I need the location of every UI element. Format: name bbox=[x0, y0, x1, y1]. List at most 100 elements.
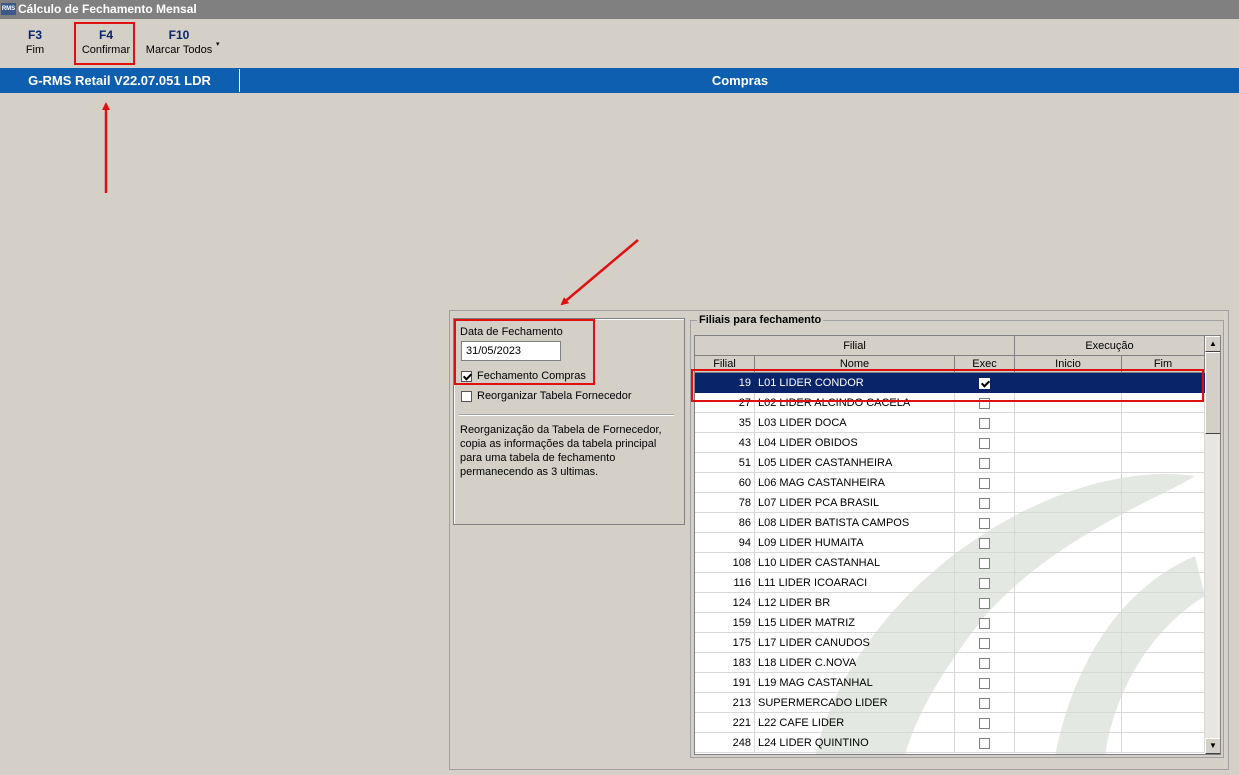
module-label: Compras bbox=[711, 73, 769, 88]
table-row[interactable]: 51 L05 LIDER CASTANHEIRA bbox=[695, 453, 1205, 473]
cell-inicio bbox=[1015, 453, 1122, 473]
marcar-todos-key: F10 bbox=[168, 28, 190, 42]
table-row[interactable]: 213 SUPERMERCADO LIDER bbox=[695, 693, 1205, 713]
date-label: Data de Fechamento bbox=[460, 326, 563, 338]
scroll-down-icon[interactable]: ▼ bbox=[1205, 738, 1220, 754]
cell-fim bbox=[1122, 713, 1205, 733]
cell-nome: L15 LIDER MATRIZ bbox=[755, 613, 955, 633]
col-header-filial[interactable]: Filial bbox=[695, 356, 755, 373]
table-row[interactable]: 94 L09 LIDER HUMAITA bbox=[695, 533, 1205, 553]
reorganizar-fornecedor-checkbox[interactable]: Reorganizar Tabela Fornecedor bbox=[461, 390, 632, 404]
cell-inicio bbox=[1015, 393, 1122, 413]
exec-checkbox[interactable] bbox=[979, 377, 990, 389]
cell-nome: SUPERMERCADO LIDER bbox=[755, 693, 955, 713]
cell-fim bbox=[1122, 633, 1205, 653]
exec-checkbox[interactable] bbox=[979, 497, 990, 509]
fechamento-compras-label: Fechamento Compras bbox=[477, 370, 586, 382]
cell-fim bbox=[1122, 413, 1205, 433]
cell-fim bbox=[1122, 593, 1205, 613]
exec-checkbox[interactable] bbox=[979, 737, 990, 749]
exec-checkbox[interactable] bbox=[979, 457, 990, 469]
exec-checkbox[interactable] bbox=[979, 537, 990, 549]
table-row[interactable]: 248 L24 LIDER QUINTINO bbox=[695, 733, 1205, 753]
exec-checkbox[interactable] bbox=[979, 637, 990, 649]
exec-checkbox[interactable] bbox=[979, 437, 990, 449]
cell-inicio bbox=[1015, 653, 1122, 673]
col-header-nome[interactable]: Nome bbox=[755, 356, 955, 373]
exec-checkbox[interactable] bbox=[979, 617, 990, 629]
table-row[interactable]: 183 L18 LIDER C.NOVA bbox=[695, 653, 1205, 673]
date-field[interactable] bbox=[461, 341, 561, 361]
exec-checkbox[interactable] bbox=[979, 717, 990, 729]
scroll-up-icon[interactable]: ▲ bbox=[1205, 336, 1220, 352]
cell-inicio bbox=[1015, 513, 1122, 533]
cell-nome: L06 MAG CASTANHEIRA bbox=[755, 473, 955, 493]
cell-fim bbox=[1122, 533, 1205, 553]
cell-filial: 51 bbox=[695, 453, 755, 473]
cell-filial: 175 bbox=[695, 633, 755, 653]
cell-filial: 19 bbox=[695, 373, 755, 393]
filial-group-header: Filial bbox=[695, 336, 1015, 356]
exec-checkbox[interactable] bbox=[979, 417, 990, 429]
cell-exec bbox=[955, 413, 1015, 433]
exec-checkbox[interactable] bbox=[979, 577, 990, 589]
table-row[interactable]: 159 L15 LIDER MATRIZ bbox=[695, 613, 1205, 633]
table-row[interactable]: 175 L17 LIDER CANUDOS bbox=[695, 633, 1205, 653]
exec-checkbox[interactable] bbox=[979, 557, 990, 569]
grid-scrollbar[interactable]: ▲ ▼ bbox=[1205, 336, 1220, 754]
cell-exec bbox=[955, 533, 1015, 553]
confirmar-button[interactable]: F4 Confirmar bbox=[78, 27, 134, 57]
cell-nome: L01 LIDER CONDOR bbox=[755, 373, 955, 393]
cell-nome: L11 LIDER ICOARACI bbox=[755, 573, 955, 593]
cell-nome: L05 LIDER CASTANHEIRA bbox=[755, 453, 955, 473]
table-row[interactable]: 27 L02 LIDER ALCINDO CACELA bbox=[695, 393, 1205, 413]
table-row[interactable]: 86 L08 LIDER BATISTA CAMPOS bbox=[695, 513, 1205, 533]
table-row[interactable]: 221 L22 CAFE LIDER bbox=[695, 713, 1205, 733]
cell-fim bbox=[1122, 393, 1205, 413]
exec-checkbox[interactable] bbox=[979, 477, 990, 489]
col-header-exec[interactable]: Exec bbox=[955, 356, 1015, 373]
cell-filial: 60 bbox=[695, 473, 755, 493]
cell-filial: 86 bbox=[695, 513, 755, 533]
exec-checkbox[interactable] bbox=[979, 677, 990, 689]
table-row[interactable]: 19 L01 LIDER CONDOR bbox=[695, 373, 1205, 393]
fim-button[interactable]: F3 Fim bbox=[18, 27, 52, 57]
marcar-todos-button[interactable]: F10 Marcar Todos bbox=[140, 27, 218, 57]
cell-inicio bbox=[1015, 713, 1122, 733]
cell-exec bbox=[955, 373, 1015, 393]
table-row[interactable]: 116 L11 LIDER ICOARACI bbox=[695, 573, 1205, 593]
cell-filial: 159 bbox=[695, 613, 755, 633]
cell-fim bbox=[1122, 573, 1205, 593]
cell-exec bbox=[955, 633, 1015, 653]
execucao-group-header: Execução bbox=[1015, 336, 1205, 356]
cell-exec bbox=[955, 573, 1015, 593]
table-row[interactable]: 191 L19 MAG CASTANHAL bbox=[695, 673, 1205, 693]
cell-inicio bbox=[1015, 473, 1122, 493]
fechamento-compras-checkbox[interactable]: Fechamento Compras bbox=[461, 370, 586, 384]
cell-fim bbox=[1122, 373, 1205, 393]
dropdown-arrow-icon[interactable]: ▾ bbox=[216, 40, 220, 48]
table-row[interactable]: 35 L03 LIDER DOCA bbox=[695, 413, 1205, 433]
cell-exec bbox=[955, 553, 1015, 573]
filiais-grid[interactable]: Filial Execução Filial Nome Exec Inicio … bbox=[694, 335, 1221, 755]
col-header-fim[interactable]: Fim bbox=[1122, 356, 1205, 373]
exec-checkbox[interactable] bbox=[979, 697, 990, 709]
cell-fim bbox=[1122, 473, 1205, 493]
table-row[interactable]: 43 L04 LIDER OBIDOS bbox=[695, 433, 1205, 453]
cell-filial: 221 bbox=[695, 713, 755, 733]
scroll-thumb[interactable] bbox=[1205, 352, 1220, 434]
cell-exec bbox=[955, 593, 1015, 613]
exec-checkbox[interactable] bbox=[979, 397, 990, 409]
table-row[interactable]: 108 L10 LIDER CASTANHAL bbox=[695, 553, 1205, 573]
cell-fim bbox=[1122, 613, 1205, 633]
table-row[interactable]: 124 L12 LIDER BR bbox=[695, 593, 1205, 613]
exec-checkbox[interactable] bbox=[979, 657, 990, 669]
exec-checkbox[interactable] bbox=[979, 597, 990, 609]
cell-fim bbox=[1122, 693, 1205, 713]
table-row[interactable]: 78 L07 LIDER PCA BRASIL bbox=[695, 493, 1205, 513]
col-header-inicio[interactable]: Inicio bbox=[1015, 356, 1122, 373]
cell-inicio bbox=[1015, 493, 1122, 513]
cell-filial: 35 bbox=[695, 413, 755, 433]
table-row[interactable]: 60 L06 MAG CASTANHEIRA bbox=[695, 473, 1205, 493]
exec-checkbox[interactable] bbox=[979, 517, 990, 529]
